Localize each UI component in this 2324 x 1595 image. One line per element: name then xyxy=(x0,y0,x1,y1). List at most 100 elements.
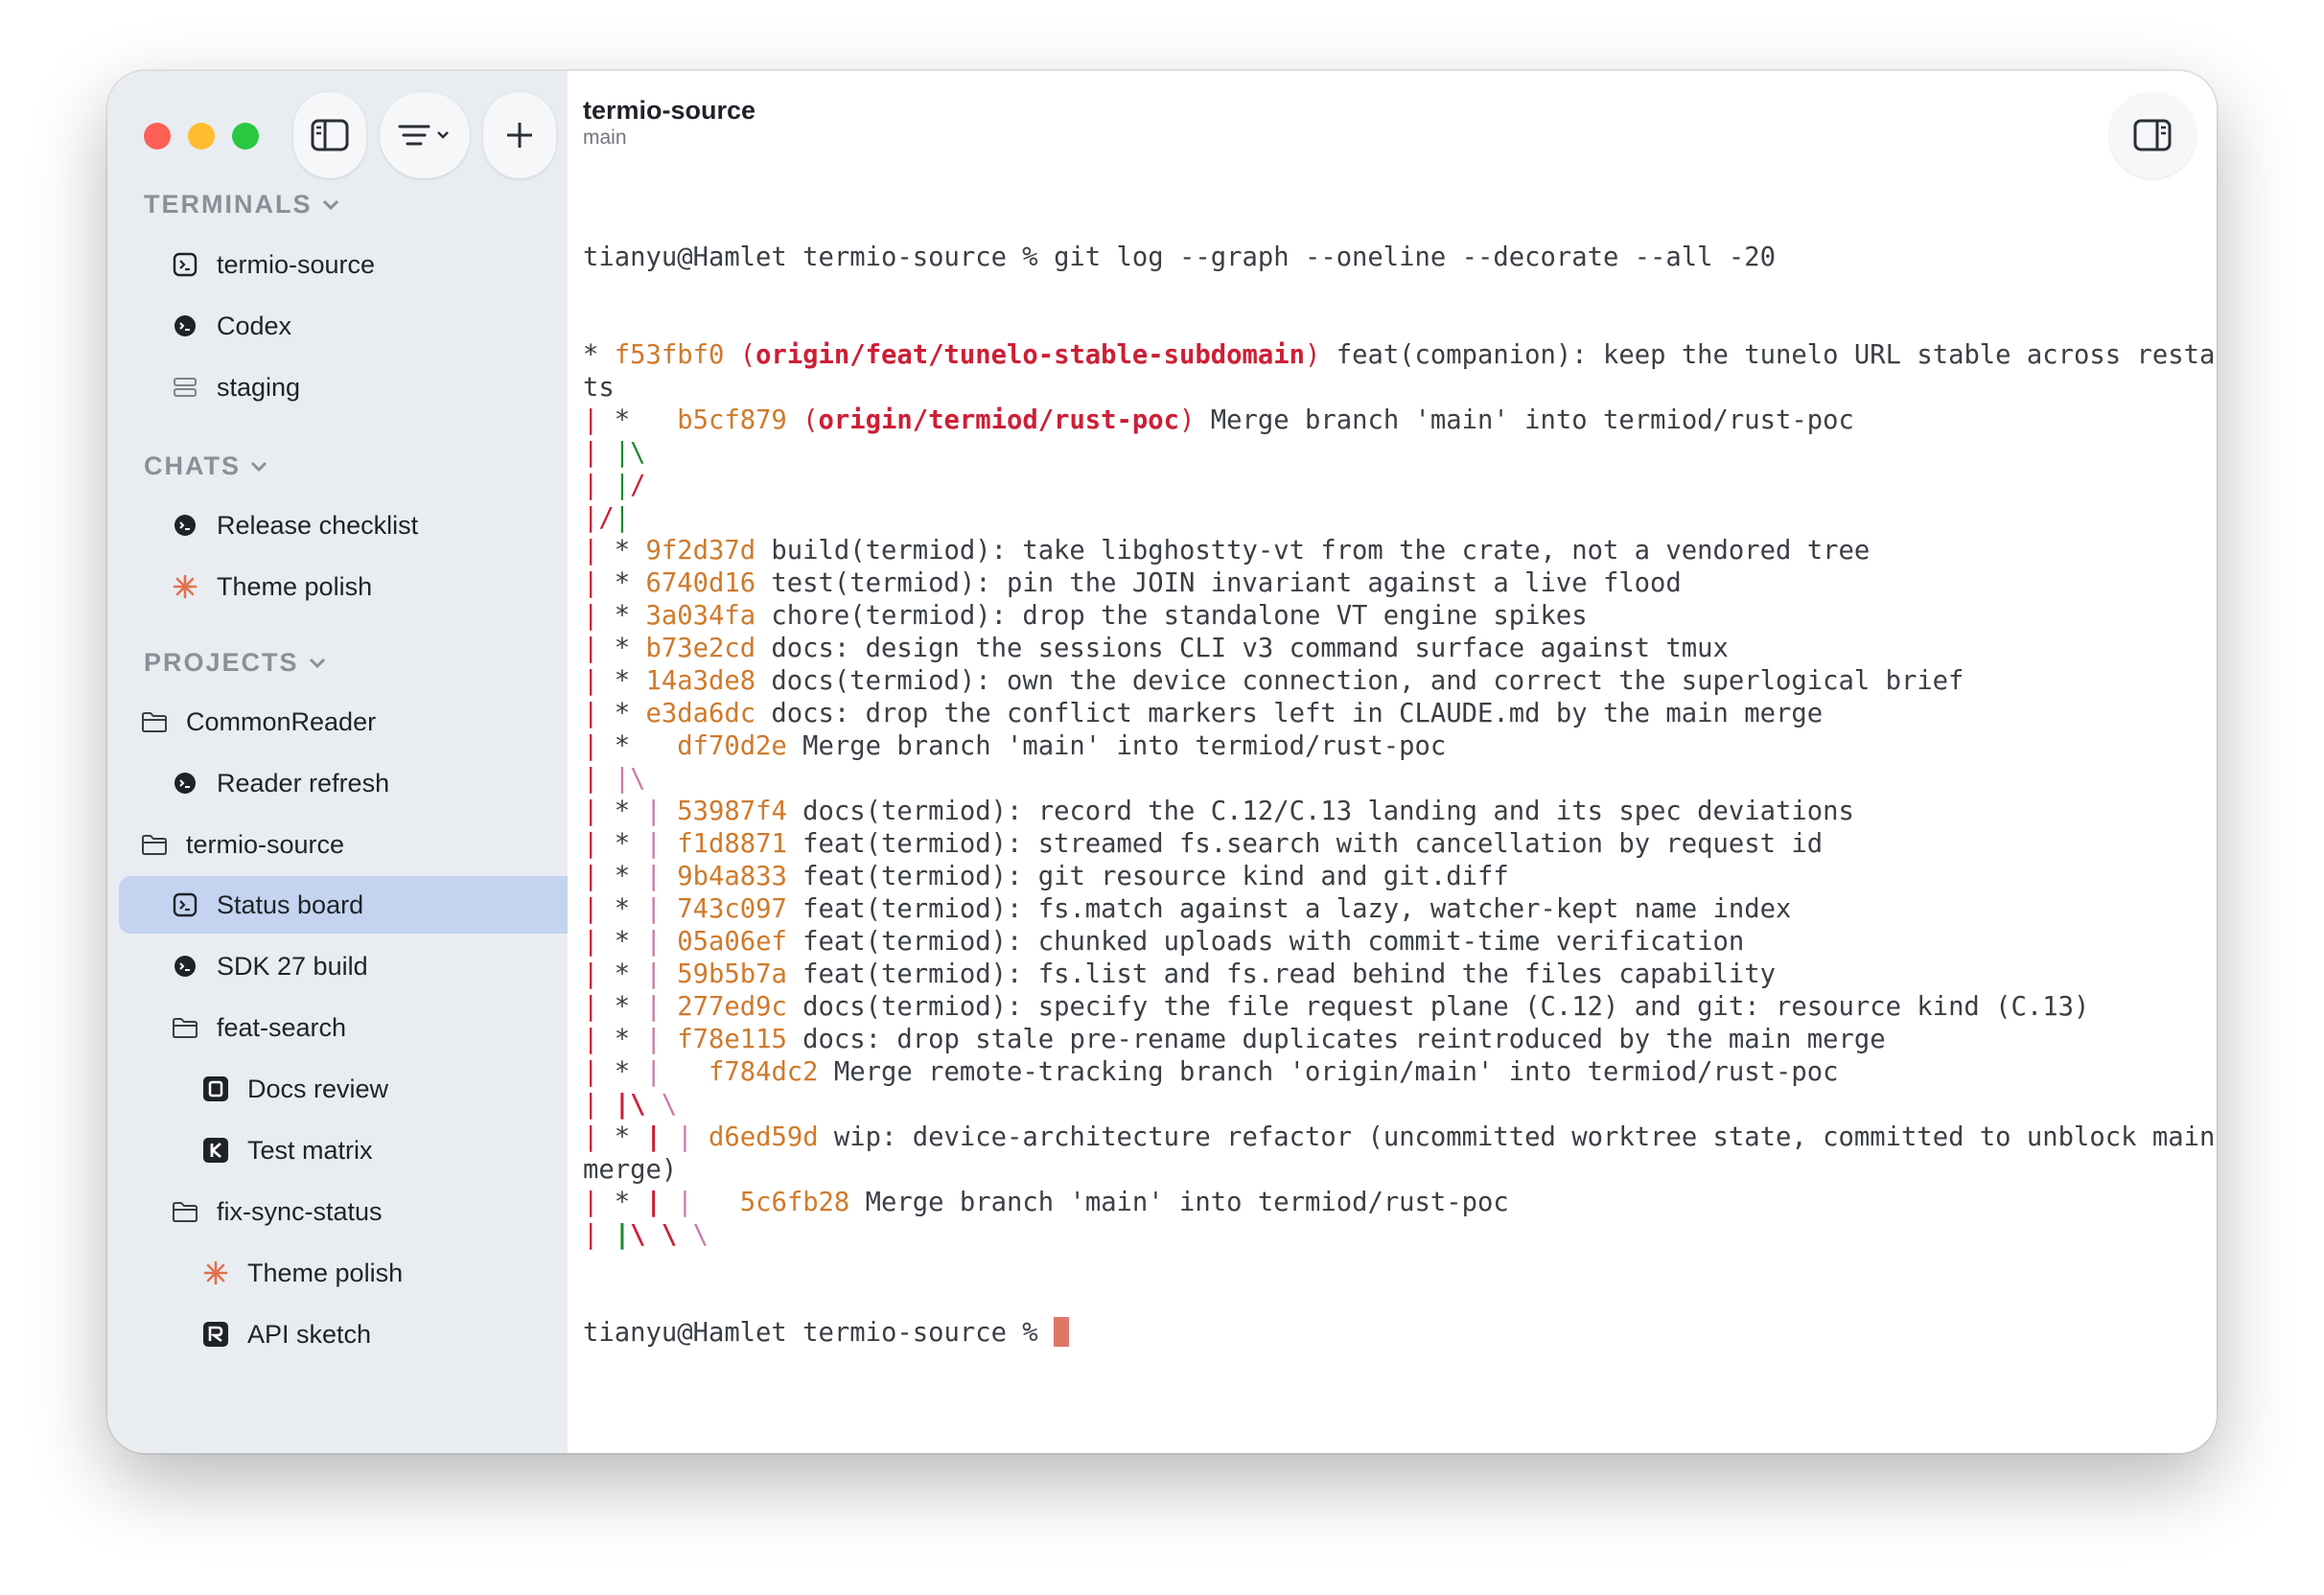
sidebar-item-api-sketch[interactable]: API sketch xyxy=(119,1306,640,1363)
log-segment: * xyxy=(598,992,646,1022)
commit-hash: 53987f4 xyxy=(677,797,787,826)
log-segment xyxy=(677,1220,692,1250)
log-line: ts xyxy=(583,372,2203,405)
log-segment: | xyxy=(583,601,599,631)
log-segment: | xyxy=(583,1090,599,1120)
log-line: | * | f1d8871 feat(termiod): streamed fs… xyxy=(583,828,2203,861)
sidebar-item-release-checklist[interactable]: Release checklist xyxy=(119,497,610,554)
close-window-button[interactable] xyxy=(144,123,171,150)
terminal-output[interactable]: tianyu@Hamlet termio-source % git log --… xyxy=(583,176,2217,1415)
commit-hash: 3a034fa xyxy=(645,601,756,631)
terminals-section-header[interactable]: TERMINALS xyxy=(144,190,339,220)
project-commonreader[interactable]: CommonReader xyxy=(119,693,579,751)
minimize-window-button[interactable] xyxy=(188,123,215,150)
sidebar-item-reader-refresh[interactable]: Reader refresh xyxy=(119,754,610,812)
log-line: | * | 743c097 feat(termiod): fs.match ag… xyxy=(583,893,2203,926)
sidebar-item-staging[interactable]: staging xyxy=(119,358,610,416)
sidebar-item-status-board[interactable]: Status board xyxy=(119,876,610,934)
toggle-right-panel-button[interactable] xyxy=(2109,92,2196,178)
terminal-pane: termio-source main tianyu@Hamlet termio-… xyxy=(568,71,2217,1453)
sidebar-item-test-matrix[interactable]: Test matrix xyxy=(119,1121,640,1179)
git-log-output: * f53fbf0 (origin/feat/tunelo-stable-sub… xyxy=(583,339,2217,1252)
log-line: | * b73e2cd docs: design the sessions CL… xyxy=(583,633,2203,665)
log-line: | * | | d6ed59d wip: device-architecture… xyxy=(583,1121,2215,1154)
log-segment: | xyxy=(583,699,599,728)
sidebar-item-codex[interactable]: Codex xyxy=(119,297,610,355)
codex-icon xyxy=(171,769,199,798)
log-segment: | xyxy=(645,959,662,989)
log-segment: ( xyxy=(739,340,756,370)
sidebar-item-sdk-27-build[interactable]: SDK 27 build xyxy=(119,937,610,995)
log-segment: | xyxy=(614,503,631,533)
sidebar-item-label: staging xyxy=(217,372,301,402)
log-segment: docs(termiod): specify the file request … xyxy=(786,992,2090,1022)
log-segment: feat(termiod): chunked uploads with comm… xyxy=(786,927,1745,957)
log-segment: | xyxy=(645,862,662,891)
log-segment: * xyxy=(598,536,646,566)
log-segment: * xyxy=(598,829,646,859)
commit-hash: df70d2e xyxy=(677,731,787,761)
log-segment: * xyxy=(598,894,646,924)
log-segment xyxy=(646,1220,662,1250)
ref-name: | xyxy=(645,1122,662,1152)
sidebar-item-theme-polish-2[interactable]: Theme polish xyxy=(119,1244,640,1302)
log-line: merge) xyxy=(583,1154,2203,1187)
folder-icon xyxy=(140,707,169,736)
log-segment xyxy=(598,1220,614,1250)
log-segment: | xyxy=(583,1122,599,1152)
log-segment: |\ xyxy=(614,764,646,794)
log-segment: * xyxy=(598,1025,646,1054)
worktree-label: feat-search xyxy=(217,1012,347,1042)
log-segment: * xyxy=(598,634,646,663)
log-segment: * xyxy=(598,927,646,957)
filter-menu-button[interactable] xyxy=(380,92,470,178)
sidebar-item-label: Codex xyxy=(217,311,292,340)
sidebar-item-docs-review[interactable]: Docs review xyxy=(119,1060,640,1118)
sidebar-item-termio-source[interactable]: termio-source xyxy=(119,236,610,293)
sidebar-item-label: SDK 27 build xyxy=(217,951,368,981)
pane-title: termio-source xyxy=(583,96,756,125)
folder-icon xyxy=(171,1013,199,1042)
zoom-window-button[interactable] xyxy=(232,123,259,150)
log-segment: Merge remote-tracking branch 'origin/mai… xyxy=(818,1057,1839,1087)
log-line: | |/ xyxy=(583,470,2203,502)
worktree-feat-search[interactable]: feat-search xyxy=(119,999,610,1056)
worktree-label: fix-sync-status xyxy=(217,1196,383,1226)
log-line: | * | 05a06ef feat(termiod): chunked upl… xyxy=(583,926,2203,959)
log-segment: | xyxy=(645,927,662,957)
log-segment: chore(termiod): drop the standalone VT e… xyxy=(755,601,1588,631)
projects-section-header[interactable]: PROJECTS xyxy=(144,648,326,678)
sidebar-item-label: Test matrix xyxy=(247,1135,373,1165)
log-segment: | xyxy=(677,1188,693,1217)
pane-subtitle: main xyxy=(583,127,627,149)
log-segment: \ xyxy=(661,1090,678,1120)
log-segment: * xyxy=(598,731,678,761)
commit-hash: f1d8871 xyxy=(677,829,787,859)
log-segment: * xyxy=(598,601,646,631)
sidebar-item-theme-polish[interactable]: Theme polish xyxy=(119,558,610,615)
project-label: CommonReader xyxy=(186,706,377,736)
new-button[interactable] xyxy=(483,92,556,178)
log-segment: feat(termiod): git resource kind and git… xyxy=(786,862,1509,891)
sidebar-item-label: Theme polish xyxy=(247,1258,404,1287)
log-segment xyxy=(662,959,677,989)
log-segment: ) xyxy=(1304,340,1321,370)
chevron-down-icon xyxy=(322,199,338,210)
log-segment: Merge branch 'main' into termiod/rust-po… xyxy=(849,1188,1509,1217)
log-segment: ( xyxy=(802,405,819,435)
chats-section-header[interactable]: CHATS xyxy=(144,451,267,481)
commit-hash: b73e2cd xyxy=(645,634,756,663)
active-prompt-line[interactable]: tianyu@Hamlet termio-source % xyxy=(583,1317,2203,1350)
log-segment xyxy=(598,438,614,468)
log-segment: | xyxy=(583,992,599,1022)
commit-hash: b5cf879 xyxy=(677,405,803,435)
worktree-fix-sync-status[interactable]: fix-sync-status xyxy=(119,1183,610,1240)
log-segment: | xyxy=(583,568,599,598)
project-termio-source[interactable]: termio-source xyxy=(119,816,579,873)
plus-icon xyxy=(507,123,532,148)
toggle-sidebar-button[interactable] xyxy=(293,92,366,178)
log-segment: * xyxy=(598,959,646,989)
log-segment: wip: device-architecture refactor (uncom… xyxy=(818,1122,2216,1152)
terminal-icon xyxy=(171,250,199,279)
log-line: * f53fbf0 (origin/feat/tunelo-stable-sub… xyxy=(583,339,2217,372)
